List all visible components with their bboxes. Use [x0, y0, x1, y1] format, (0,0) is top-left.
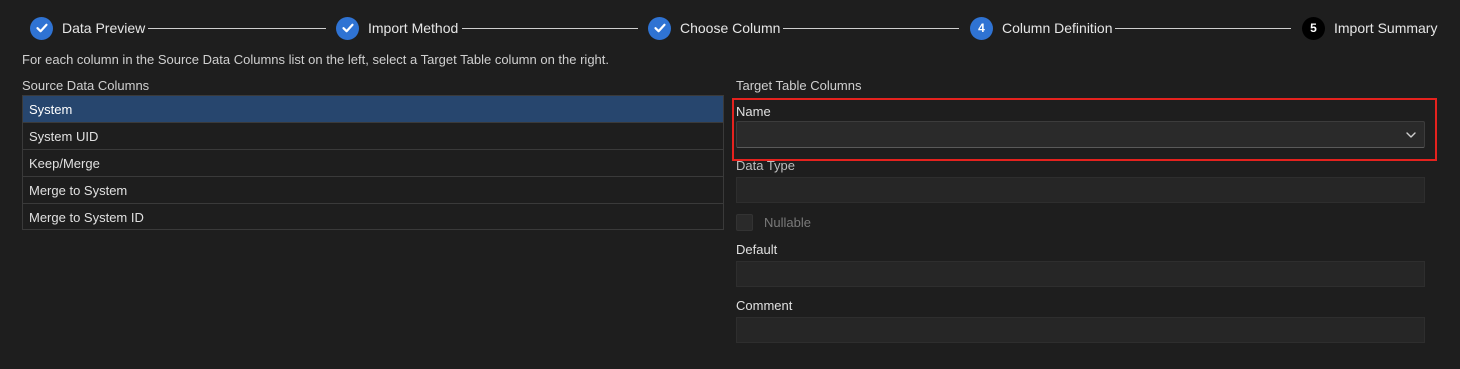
step-choose-column[interactable]: Choose Column [648, 16, 780, 40]
check-icon [336, 16, 359, 40]
nullable-checkbox[interactable] [736, 214, 753, 231]
name-label: Name [736, 104, 771, 119]
wizard-stepper: Data Preview Import Method Choose Column… [0, 0, 1460, 58]
source-columns-title: Source Data Columns [22, 78, 150, 93]
step-data-preview[interactable]: Data Preview [30, 16, 145, 40]
step-label: Choose Column [680, 20, 781, 36]
step-label: Import Method [368, 20, 459, 36]
data-type-label: Data Type [736, 158, 796, 173]
default-label: Default [736, 242, 778, 257]
list-item[interactable]: System UID [23, 123, 723, 150]
data-type-field[interactable] [736, 177, 1425, 203]
target-columns-title: Target Table Columns [736, 78, 862, 93]
list-item[interactable]: Keep/Merge [23, 150, 723, 177]
check-icon [648, 16, 671, 40]
step-connector [148, 28, 326, 29]
step-connector [783, 28, 959, 29]
name-select[interactable] [736, 121, 1425, 148]
step-connector [1115, 28, 1291, 29]
source-columns-list: System System UID Keep/Merge Merge to Sy… [22, 95, 724, 230]
nullable-label: Nullable [764, 215, 811, 230]
check-icon [30, 16, 53, 40]
list-item[interactable]: Merge to System [23, 177, 723, 204]
instructions-text: For each column in the Source Data Colum… [22, 52, 609, 67]
list-item[interactable]: Merge to System ID [23, 204, 723, 231]
step-label: Data Preview [62, 20, 146, 36]
default-field[interactable] [736, 261, 1425, 287]
step-label: Import Summary [1334, 20, 1438, 36]
step-import-summary[interactable]: 5 Import Summary [1302, 16, 1437, 40]
step-connector [462, 28, 638, 29]
chevron-down-icon [1406, 132, 1416, 138]
list-item[interactable]: System [23, 96, 723, 123]
step-column-definition[interactable]: 4 Column Definition [970, 16, 1113, 40]
step-import-method[interactable]: Import Method [336, 16, 458, 40]
comment-label: Comment [736, 298, 793, 313]
comment-field[interactable] [736, 317, 1425, 343]
step-number-badge: 5 [1302, 16, 1325, 40]
step-number-badge: 4 [970, 16, 993, 40]
step-label: Column Definition [1002, 20, 1113, 36]
